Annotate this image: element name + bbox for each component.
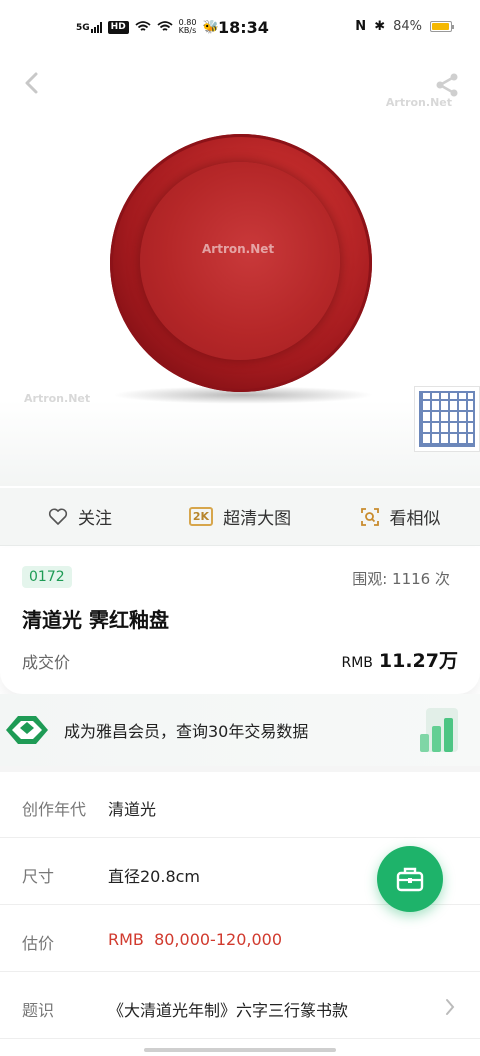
status-right: N ✱ 84% [355, 19, 454, 34]
watermark-top: Artron.Net [385, 96, 452, 109]
chevron-right-icon [446, 999, 455, 1015]
detail-key: 估价 [22, 934, 55, 953]
artwork-image-area[interactable]: Artron.Net Artron.Net Artron.Net [0, 56, 480, 486]
action-bar: 关注 2K 超清大图 看相似 [0, 488, 480, 546]
battery-icon [430, 21, 454, 32]
bluetooth-icon: ✱ [374, 19, 386, 34]
price-label: 成交价 [22, 653, 71, 672]
similar-label: 看相似 [389, 509, 441, 529]
cellular-signal-icon: 5G [76, 21, 102, 33]
detail-value: 《大清道光年制》六字三行篆书款 [108, 1001, 349, 1020]
home-indicator[interactable] [144, 1048, 336, 1052]
red-glazed-plate-image: Artron.Net [110, 134, 372, 392]
artron-logo-icon [6, 716, 48, 744]
detail-row-period: 创作年代 清道光 [0, 772, 480, 838]
detail-value: 清道光 [108, 800, 157, 819]
net-speed: 0.80 KB/s [179, 19, 197, 35]
2k-icon: 2K [188, 507, 214, 526]
status-time: 18:34 [218, 18, 269, 37]
wifi-icon [135, 21, 151, 31]
detail-value: 直径20.8cm [108, 867, 201, 886]
plate-watermark: Artron.Net [202, 242, 275, 256]
hd-image-label: 超清大图 [223, 509, 292, 529]
lot-info-card: 0172 围观: 1116 次 清道光 霁红釉盘 成交价 RMB 11.27万 [0, 548, 480, 694]
hd-badge: HD [107, 20, 129, 34]
status-bar: 5G HD 0.80 KB/s 🐝 18:34 N ✱ 84% [0, 0, 480, 56]
estimate-value: RMB 80,000-120,000 [108, 930, 282, 949]
watermark-bottom: Artron.Net [24, 392, 91, 405]
detail-row-estimate: 估价 RMB 80,000-120,000 [0, 906, 480, 972]
seal-mark-image [419, 391, 475, 447]
battery-percent: 84% [393, 19, 422, 34]
data-chart-icon [420, 708, 458, 752]
detail-key: 尺寸 [22, 867, 55, 886]
detail-key: 创作年代 [22, 800, 87, 819]
search-similar-icon [360, 507, 379, 526]
hammer-price: RMB 11.27万 [341, 646, 458, 673]
briefcase-icon [396, 867, 424, 892]
price-amount: 11.27万 [378, 650, 458, 672]
net-speed-unit: KB/s [178, 26, 197, 35]
network-label: 5G [76, 23, 90, 33]
find-similar-button[interactable]: 看相似 [320, 504, 480, 529]
detail-row-inscription[interactable]: 题识 《大清道光年制》六字三行篆书款 [0, 973, 480, 1039]
status-left: 5G HD 0.80 KB/s 🐝 [76, 19, 219, 35]
view-count: 围观: 1116 次 [352, 570, 450, 588]
heart-icon [48, 507, 68, 525]
nfc-icon: N [355, 19, 367, 34]
hd-image-button[interactable]: 2K 超清大图 [160, 504, 320, 529]
follow-label: 关注 [78, 509, 112, 529]
plate-center [140, 162, 340, 360]
detail-key: 题识 [22, 1001, 55, 1020]
price-currency: RMB [341, 655, 373, 671]
back-icon[interactable] [18, 68, 48, 98]
briefcase-fab-button[interactable] [377, 846, 443, 912]
bee-icon: 🐝 [202, 19, 219, 35]
reign-mark-thumbnail[interactable] [414, 386, 480, 452]
follow-button[interactable]: 关注 [0, 504, 160, 529]
lot-title: 清道光 霁红釉盘 [22, 608, 169, 632]
membership-banner[interactable]: 成为雅昌会员，查询30年交易数据 [0, 694, 480, 766]
lot-detail-page: 5G HD 0.80 KB/s 🐝 18:34 N ✱ 84% Artron.N… [0, 0, 480, 1056]
wifi-icon-2 [157, 21, 173, 31]
lot-number-badge: 0172 [22, 566, 72, 588]
membership-text: 成为雅昌会员，查询30年交易数据 [64, 722, 309, 741]
